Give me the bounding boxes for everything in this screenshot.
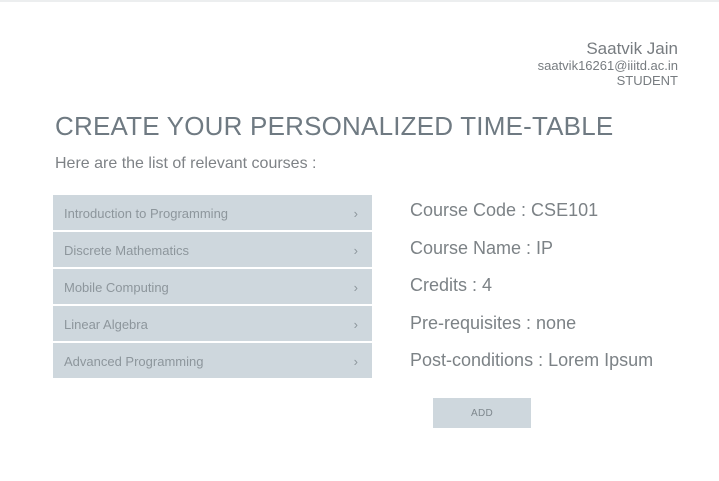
- user-role: STUDENT: [616, 73, 678, 88]
- course-postconditions: Post-conditions : Lorem Ipsum: [410, 350, 654, 370]
- chevron-right-icon: ›: [353, 354, 358, 369]
- course-code: Course Code : CSE101: [410, 200, 599, 220]
- chevron-right-icon: ›: [353, 243, 358, 258]
- course-item-label: Linear Algebra: [64, 317, 148, 332]
- add-button[interactable]: ADD: [433, 398, 531, 428]
- course-item-mobile-computing[interactable]: Mobile Computing ›: [53, 269, 372, 304]
- course-credits: Credits : 4: [410, 275, 493, 295]
- course-item-advanced-programming[interactable]: Advanced Programming ›: [53, 343, 372, 378]
- page-subtitle: Here are the list of relevant courses :: [55, 155, 317, 172]
- course-details: Course Code : CSE101 Course Name : IP Cr…: [410, 198, 653, 386]
- user-name: Saatvik Jain: [586, 39, 678, 58]
- course-prerequisites: Pre-requisites : none: [410, 312, 577, 333]
- user-email: saatvik16261@iiitd.ac.in: [537, 58, 678, 73]
- course-list: Introduction to Programming › Discrete M…: [53, 195, 372, 380]
- chevron-right-icon: ›: [353, 317, 358, 332]
- course-item-discrete-mathematics[interactable]: Discrete Mathematics ›: [53, 232, 372, 267]
- course-name: Course Name : IP: [410, 237, 554, 258]
- page-title: CREATE YOUR PERSONALIZED TIME-TABLE: [55, 111, 614, 141]
- user-info: Saatvik Jain saatvik16261@iiitd.ac.in ST…: [538, 39, 678, 88]
- course-item-label: Discrete Mathematics: [64, 243, 189, 258]
- chevron-right-icon: ›: [353, 206, 358, 221]
- course-item-label: Introduction to Programming: [64, 206, 229, 221]
- course-item-introduction-to-programming[interactable]: Introduction to Programming ›: [53, 195, 372, 230]
- top-divider: [0, 0, 719, 2]
- course-item-linear-algebra[interactable]: Linear Algebra ›: [53, 306, 372, 341]
- course-item-label: Advanced Programming: [64, 354, 204, 369]
- course-item-label: Mobile Computing: [64, 280, 169, 295]
- chevron-right-icon: ›: [353, 280, 358, 295]
